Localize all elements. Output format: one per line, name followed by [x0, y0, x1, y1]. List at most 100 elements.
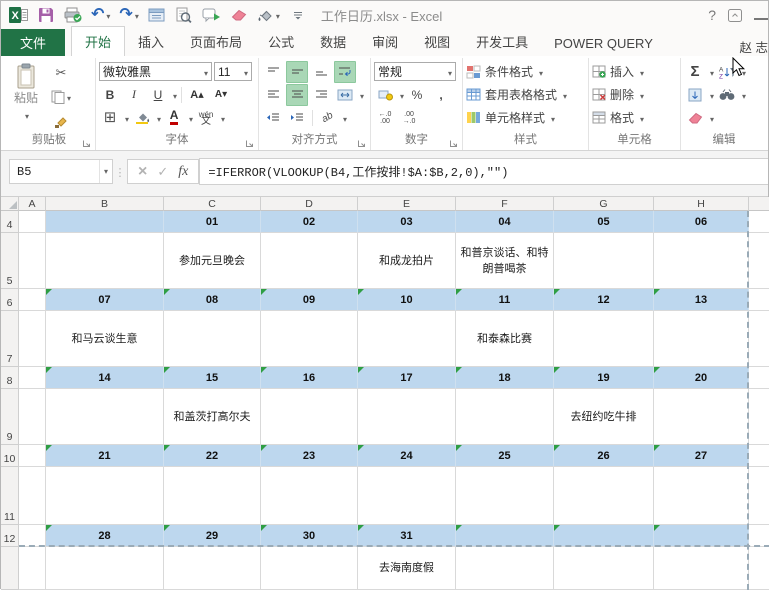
excel-logo-icon[interactable]: X [9, 5, 28, 25]
grid-cell-B13[interactable] [46, 547, 164, 590]
grid-cell-E9[interactable] [358, 389, 456, 445]
grid-cell-C9[interactable]: 和盖茨打高尔夫 [164, 389, 261, 445]
grid-cell-D11[interactable] [261, 467, 358, 525]
autosum-caret-icon[interactable] [710, 63, 714, 81]
grid-cell-D7[interactable] [261, 311, 358, 367]
formula-input[interactable]: =IFERROR(VLOOKUP(B4,工作按排!$A:$B,2,0),"") [199, 158, 768, 185]
grid-cell-G10[interactable]: 26 [554, 445, 654, 467]
column-header-A[interactable]: A [19, 197, 46, 211]
align-top-button[interactable] [262, 61, 284, 83]
grid-cell-C11[interactable] [164, 467, 261, 525]
speak-cells-icon[interactable] [202, 5, 221, 25]
grid-cell-F9[interactable] [456, 389, 554, 445]
grid-cell-G4[interactable]: 05 [554, 211, 654, 233]
find-select-caret-icon[interactable] [742, 86, 746, 104]
row-header-7[interactable]: 7 [1, 311, 19, 367]
row-header-13[interactable] [1, 547, 19, 590]
paste-caret-icon[interactable] [25, 106, 29, 124]
grid-cell-G9[interactable]: 去纽约吃牛排 [554, 389, 654, 445]
tab-review[interactable]: 审阅 [359, 27, 411, 56]
grid-cell-B11[interactable] [46, 467, 164, 525]
grid-cell-E5[interactable]: 和成龙拍片 [358, 233, 456, 289]
column-header-F[interactable]: F [456, 197, 554, 211]
grid-cell-A12[interactable] [19, 525, 46, 547]
underline-button[interactable]: U [147, 84, 169, 106]
tab-page-layout[interactable]: 页面布局 [177, 27, 255, 56]
tab-view[interactable]: 视图 [411, 27, 463, 56]
row-header-12[interactable]: 12 [1, 525, 19, 547]
grid-cell-F7[interactable]: 和泰森比赛 [456, 311, 554, 367]
grid-cell-A10[interactable] [19, 445, 46, 467]
grid-cell-H4[interactable]: 06 [654, 211, 749, 233]
grid-cell-H5[interactable] [654, 233, 749, 289]
grid-cell-B12[interactable]: 28 [46, 525, 164, 547]
font-color-caret-icon[interactable] [189, 109, 193, 127]
grid-cell-B7[interactable]: 和马云谈生意 [46, 311, 164, 367]
grid-cell-C4[interactable]: 01 [164, 211, 261, 233]
row-header-4[interactable]: 4 [1, 211, 19, 233]
merge-caret-icon[interactable] [360, 86, 364, 104]
font-color-button[interactable] [163, 107, 185, 129]
grid-cell-B5[interactable] [46, 233, 164, 289]
grid-cell-D10[interactable]: 23 [261, 445, 358, 467]
grid-cell-E11[interactable] [358, 467, 456, 525]
grid-cell-G6[interactable]: 12 [554, 289, 654, 311]
grid-cell-H13[interactable] [654, 547, 749, 590]
paste-button[interactable]: 粘贴 [6, 60, 46, 133]
grid-cell-B9[interactable] [46, 389, 164, 445]
grid-cell-C5[interactable]: 参加元旦晚会 [164, 233, 261, 289]
clipboard-dialog-launcher[interactable] [82, 139, 91, 148]
grid-cell-C7[interactable] [164, 311, 261, 367]
align-bottom-button[interactable] [310, 61, 332, 83]
user-name[interactable]: 赵 志 [740, 37, 768, 56]
print-preview-icon[interactable] [175, 5, 193, 25]
decrease-decimal-button[interactable] [398, 107, 420, 129]
grid-cell-G11[interactable] [554, 467, 654, 525]
column-header-B[interactable]: B [46, 197, 164, 211]
font-name-select[interactable]: 微软雅黑 [99, 62, 212, 81]
formula-bar-drag-handle[interactable] [113, 163, 127, 181]
grid-cell-E8[interactable]: 17 [358, 367, 456, 389]
bold-button[interactable]: B [99, 84, 121, 106]
grid-cell-F11[interactable] [456, 467, 554, 525]
format-as-table-button[interactable]: 套用表格格式 [466, 83, 585, 106]
row-header-5[interactable]: 5 [1, 233, 19, 289]
phonetic-caret-icon[interactable] [221, 109, 225, 127]
italic-button[interactable]: I [123, 84, 145, 106]
grid-cell-F4[interactable]: 04 [456, 211, 554, 233]
grid-cell-G8[interactable]: 19 [554, 367, 654, 389]
find-select-button[interactable] [716, 84, 738, 106]
borders-button[interactable] [99, 107, 121, 129]
grid-cell-D12[interactable]: 30 [261, 525, 358, 547]
cancel-entry-icon[interactable] [138, 163, 147, 181]
align-right-button[interactable] [310, 84, 332, 106]
grid-cell-G13[interactable] [554, 547, 654, 590]
grid-cell-D5[interactable] [261, 233, 358, 289]
row-header-9[interactable]: 9 [1, 389, 19, 445]
grid-cell-E4[interactable]: 03 [358, 211, 456, 233]
tab-home[interactable]: 开始 [71, 26, 125, 57]
underline-caret-icon[interactable] [173, 86, 177, 104]
phonetic-guide-button[interactable]: wén文 [195, 107, 217, 129]
grid-cell-G7[interactable] [554, 311, 654, 367]
delete-cells-button[interactable]: 删除 [592, 83, 677, 106]
wrap-text-button[interactable] [334, 61, 356, 83]
name-box-caret-icon[interactable] [99, 160, 112, 183]
eraser-icon[interactable] [230, 5, 248, 25]
grid-cell-C10[interactable]: 22 [164, 445, 261, 467]
grid-cell-C12[interactable]: 29 [164, 525, 261, 547]
grid-cell-A4[interactable] [19, 211, 46, 233]
grid-cell-D4[interactable]: 02 [261, 211, 358, 233]
redo-caret-icon[interactable] [135, 6, 139, 24]
grid-cell-C6[interactable]: 08 [164, 289, 261, 311]
format-cells-button[interactable]: 格式 [592, 106, 677, 129]
grid-cell-H8[interactable]: 20 [654, 367, 749, 389]
grid-cell-G12[interactable] [554, 525, 654, 547]
percent-style-button[interactable]: % [406, 84, 428, 106]
font-size-select[interactable]: 11 [214, 62, 252, 81]
grid-cell-G5[interactable] [554, 233, 654, 289]
ribbon-display-options-button[interactable] [728, 9, 742, 22]
grid-cell-D9[interactable] [261, 389, 358, 445]
row-header-6[interactable]: 6 [1, 289, 19, 311]
grid-cell-E6[interactable]: 10 [358, 289, 456, 311]
